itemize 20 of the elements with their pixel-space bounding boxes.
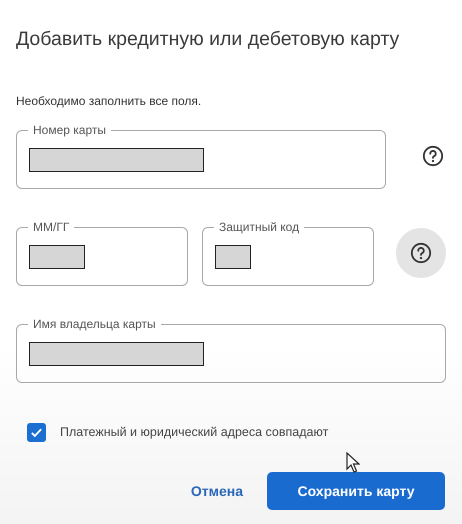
mouse-cursor-icon <box>346 452 360 474</box>
field-label: ММ/ГГ <box>28 220 74 234</box>
input-field[interactable]: ММ/ГГ <box>16 220 188 286</box>
field-label: Номер карты <box>28 123 111 138</box>
input-field[interactable]: Номер карты <box>16 123 386 190</box>
checkbox-label: Платежный и юридический адреса совпадают <box>60 424 328 442</box>
field-label: Имя владельца карты <box>28 317 161 332</box>
save-card-button[interactable]: Сохранить карту <box>267 472 445 510</box>
dialog-title: Добавить кредитную или дебетовую карту <box>16 27 400 52</box>
help-icon <box>422 145 444 168</box>
help-icon <box>410 242 432 264</box>
input-field[interactable]: Защитный код <box>202 220 374 286</box>
check-icon <box>30 426 43 440</box>
field-label: Защитный код <box>214 220 304 234</box>
required-note: Необходимо заполнить все поля. <box>16 93 202 110</box>
redaction-block <box>215 244 251 269</box>
input-field[interactable]: Имя владельца карты <box>16 317 446 384</box>
checkbox[interactable] <box>27 423 46 442</box>
cancel-button[interactable]: Отмена <box>190 474 243 508</box>
redaction-block <box>29 244 85 269</box>
